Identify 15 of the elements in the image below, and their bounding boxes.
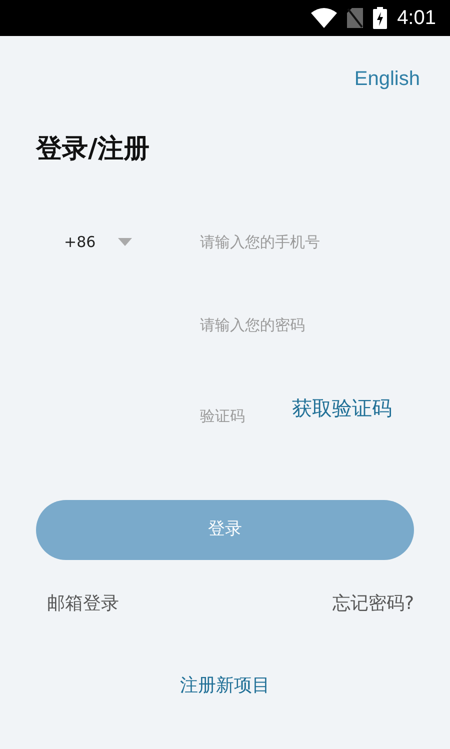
page-title: 登录/注册	[36, 133, 150, 166]
language-link[interactable]: English	[354, 64, 420, 94]
verification-code-input[interactable]: 验证码	[200, 404, 288, 427]
password-input[interactable]: 请输入您的密码	[200, 314, 420, 336]
clock-time: 4:01	[397, 6, 436, 31]
forgot-password-link[interactable]: 忘记密码?	[332, 590, 414, 617]
get-code-button[interactable]: 获取验证码	[292, 393, 392, 423]
register-link[interactable]: 注册新项目	[180, 672, 270, 699]
phone-input[interactable]: 请输入您的手机号	[200, 230, 420, 254]
dropdown-icon	[118, 238, 132, 246]
wifi-icon	[311, 8, 338, 28]
no-sim-icon	[347, 8, 364, 28]
country-code-selector[interactable]: +86	[64, 230, 134, 254]
battery-charging-icon	[373, 7, 388, 29]
email-login-link[interactable]: 邮箱登录	[47, 590, 119, 617]
